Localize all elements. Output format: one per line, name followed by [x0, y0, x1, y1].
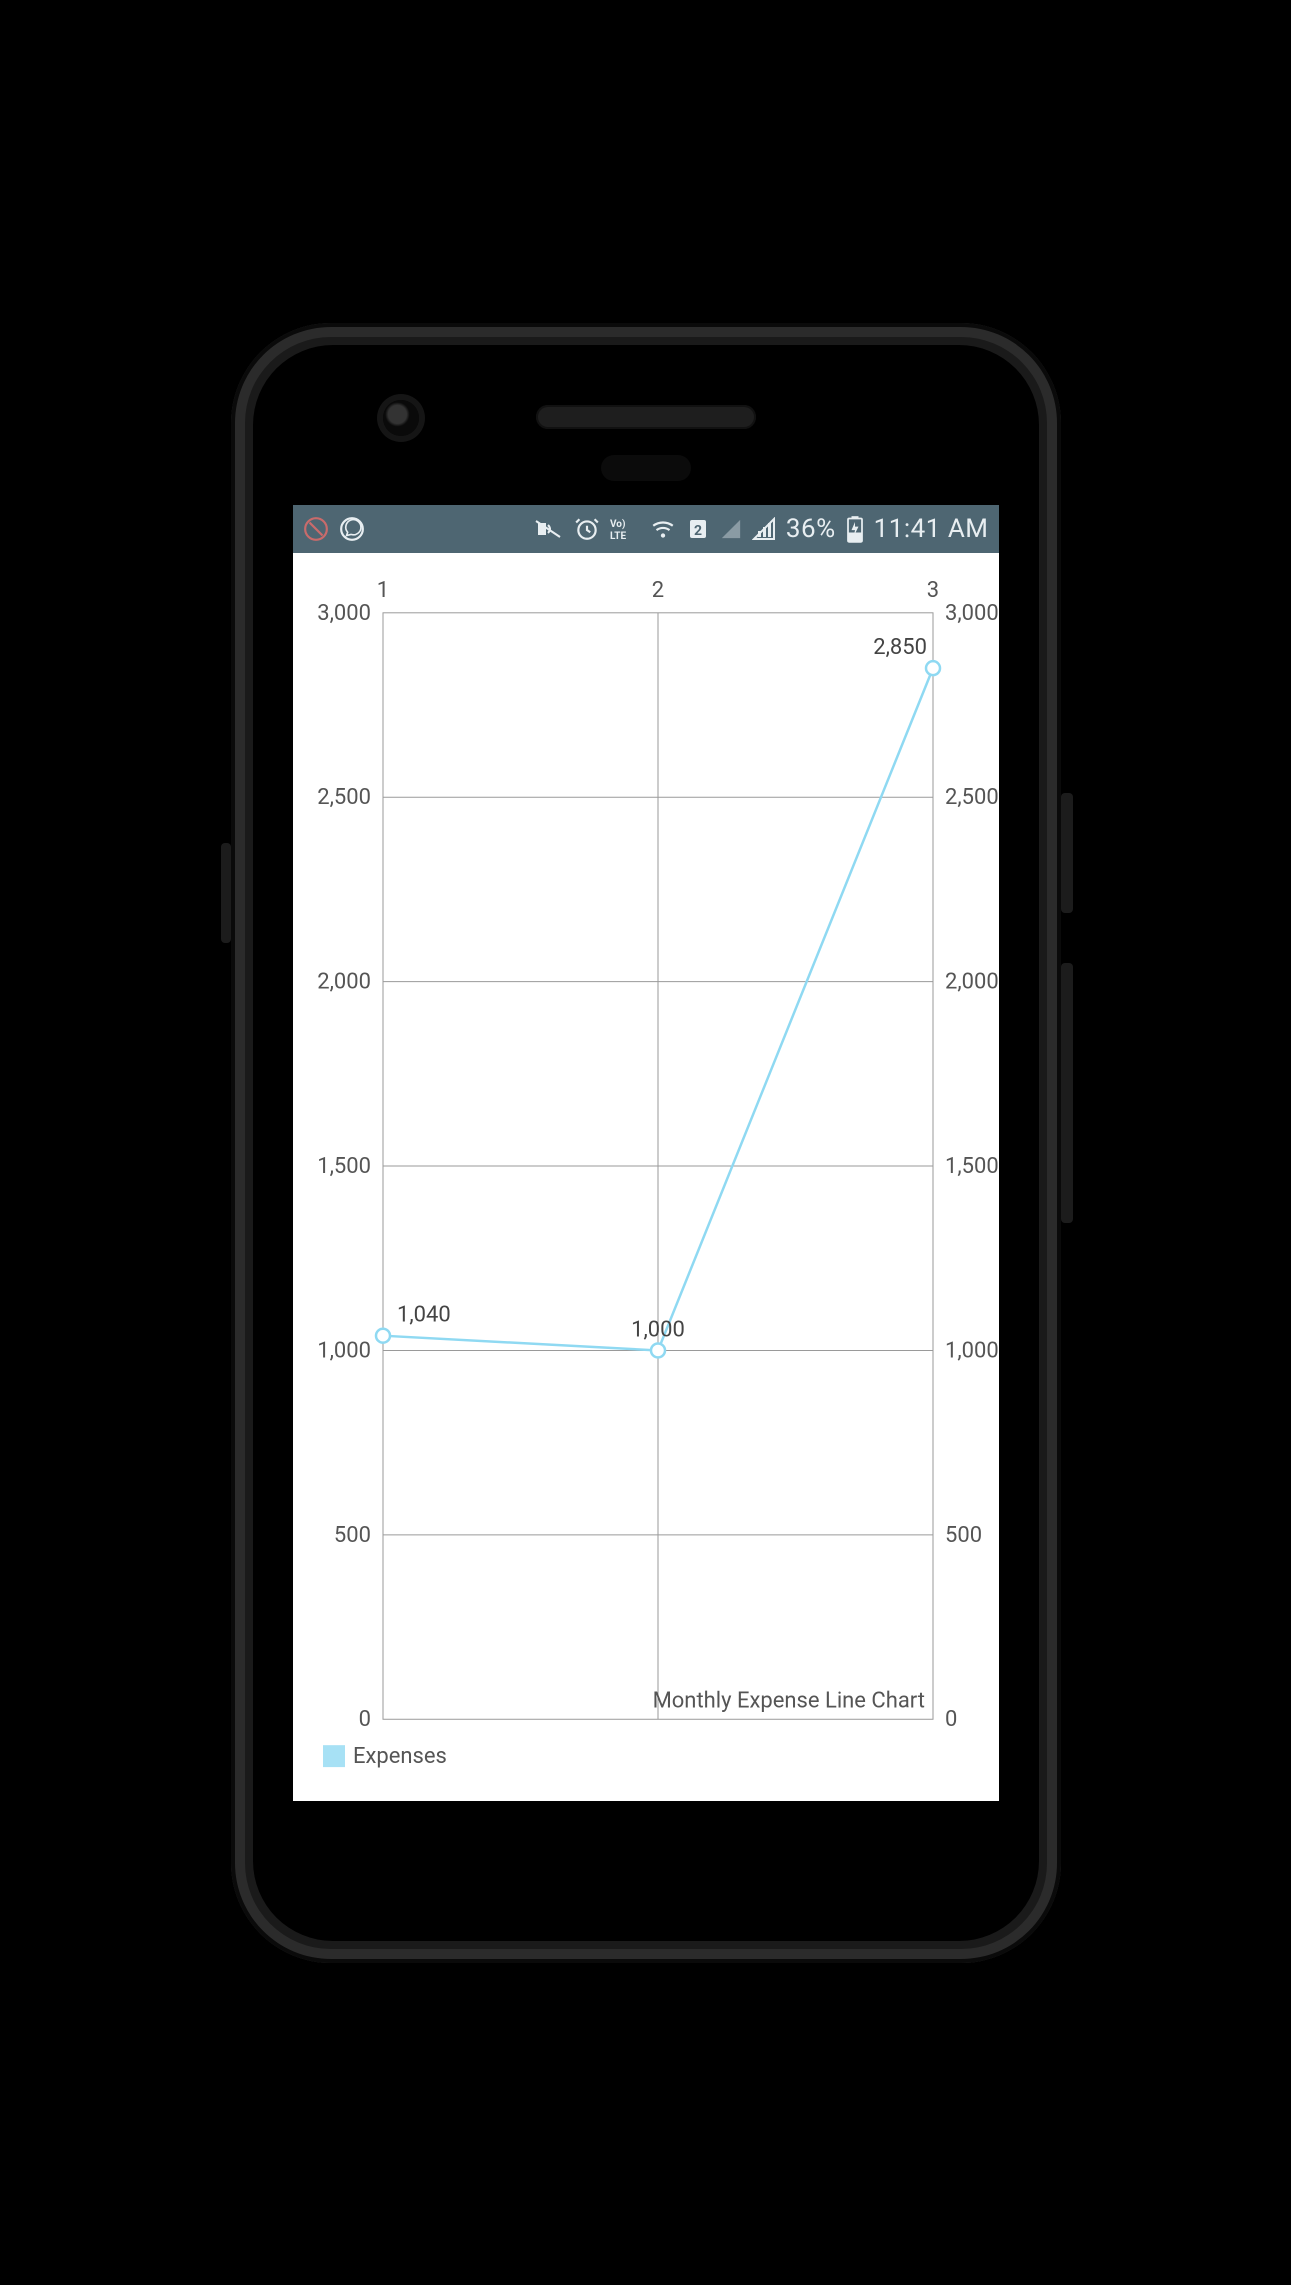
- battery-percent: 36%: [786, 514, 836, 544]
- signal2-icon: [752, 517, 776, 541]
- chart-description: Monthly Expense Line Chart: [652, 1688, 924, 1713]
- y-tick-left: 2,000: [317, 969, 371, 994]
- signal1-icon: [720, 518, 742, 540]
- sim2-icon: 2: [686, 516, 710, 542]
- vibrate-icon: [534, 516, 564, 542]
- status-bar: Vo)LTE 2 36%: [293, 505, 999, 553]
- data-point[interactable]: [651, 1343, 665, 1357]
- svg-text:LTE: LTE: [610, 531, 626, 542]
- svg-text:Vo): Vo): [610, 518, 625, 530]
- y-tick-left: 1,000: [317, 1338, 371, 1363]
- data-point[interactable]: [926, 661, 940, 675]
- legend-label: Expenses: [353, 1744, 447, 1769]
- y-tick-left: 500: [333, 1522, 370, 1547]
- volume-button[interactable]: [1061, 963, 1073, 1223]
- y-tick-right: 2,000: [945, 969, 999, 994]
- x-tick: 2: [651, 577, 663, 602]
- y-tick-left: 3,000: [317, 600, 371, 625]
- screen: Vo)LTE 2 36%: [293, 505, 999, 1801]
- power-button[interactable]: [1061, 793, 1073, 913]
- whatsapp-icon: [339, 516, 365, 542]
- data-label: 1,000: [631, 1317, 685, 1342]
- no-sim-icon: [303, 516, 329, 542]
- y-tick-left: 0: [358, 1707, 370, 1732]
- phone-top-hardware: [253, 345, 1039, 495]
- y-tick-right: 1,500: [945, 1154, 999, 1179]
- y-tick-right: 1,000: [945, 1338, 999, 1363]
- earpiece-speaker: [536, 405, 756, 429]
- data-point[interactable]: [376, 1328, 390, 1342]
- proximity-sensor: [601, 455, 691, 481]
- wifi-icon: [650, 516, 676, 542]
- y-tick-left: 1,500: [317, 1154, 371, 1179]
- phone-bezel: Vo)LTE 2 36%: [253, 345, 1039, 1941]
- svg-text:2: 2: [694, 523, 702, 539]
- chart-area[interactable]: 0 0 500 500 1,000 1,000 1,500 1,500 2,000 2,000 2,…: [293, 553, 999, 1801]
- x-tick: 1: [376, 577, 388, 602]
- legend-swatch: [323, 1745, 345, 1767]
- y-tick-right: 3,000: [945, 600, 999, 625]
- phone-frame: Vo)LTE 2 36%: [231, 323, 1061, 1963]
- y-tick-right: 500: [945, 1522, 982, 1547]
- y-tick-right: 2,500: [945, 785, 999, 810]
- data-label: 2,850: [873, 635, 927, 660]
- front-camera: [383, 400, 419, 436]
- alarm-icon: [574, 516, 600, 542]
- side-button[interactable]: [221, 843, 231, 943]
- volte-icon: Vo)LTE: [610, 516, 640, 542]
- clock: 11:41 AM: [874, 514, 989, 544]
- y-tick-left: 2,500: [317, 785, 371, 810]
- y-tick-right: 0: [945, 1707, 957, 1732]
- line-chart[interactable]: 0 0 500 500 1,000 1,000 1,500 1,500 2,000 2,000 2,…: [293, 553, 999, 1801]
- x-tick: 3: [926, 577, 938, 602]
- battery-charging-icon: [846, 515, 864, 543]
- data-label: 1,040: [397, 1302, 451, 1327]
